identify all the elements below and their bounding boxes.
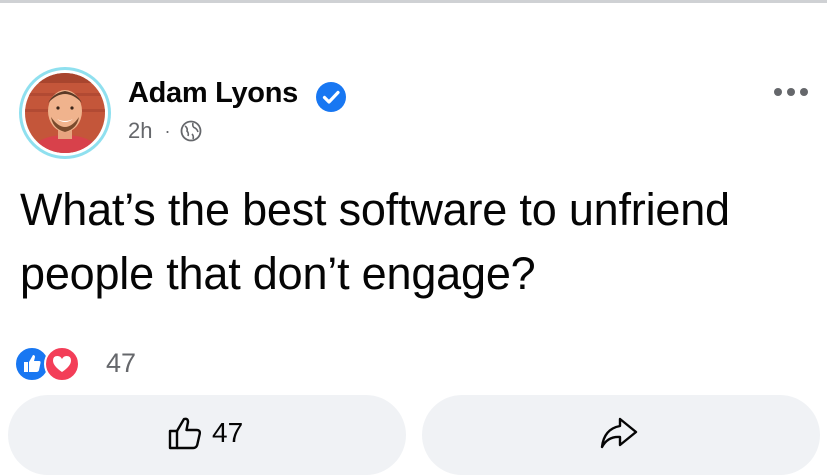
verified-badge-icon	[316, 82, 346, 112]
thumbs-up-icon	[168, 417, 202, 450]
reactions-summary[interactable]: 47	[14, 346, 154, 382]
share-arrow-icon	[600, 417, 638, 449]
more-options-button[interactable]	[774, 88, 808, 96]
reaction-count: 47	[106, 348, 137, 378]
globe-icon	[181, 120, 202, 142]
like-button[interactable]: 47	[8, 395, 406, 475]
post-text: What’s the best software to unfriend peo…	[20, 184, 730, 299]
post-time[interactable]: 2h	[128, 118, 152, 144]
author-avatar[interactable]	[19, 67, 111, 159]
more-dot-icon	[774, 88, 782, 96]
more-dot-icon	[800, 88, 808, 96]
meta-separator: ·	[164, 120, 171, 141]
post-meta: 2h ·	[128, 118, 202, 144]
top-divider	[0, 0, 827, 3]
like-count: 47	[212, 417, 244, 448]
love-reaction-icon	[44, 346, 80, 382]
author-name[interactable]: Adam Lyons	[128, 77, 298, 110]
more-dot-icon	[787, 88, 795, 96]
share-button[interactable]	[422, 395, 820, 475]
avatar-photo	[25, 73, 105, 153]
